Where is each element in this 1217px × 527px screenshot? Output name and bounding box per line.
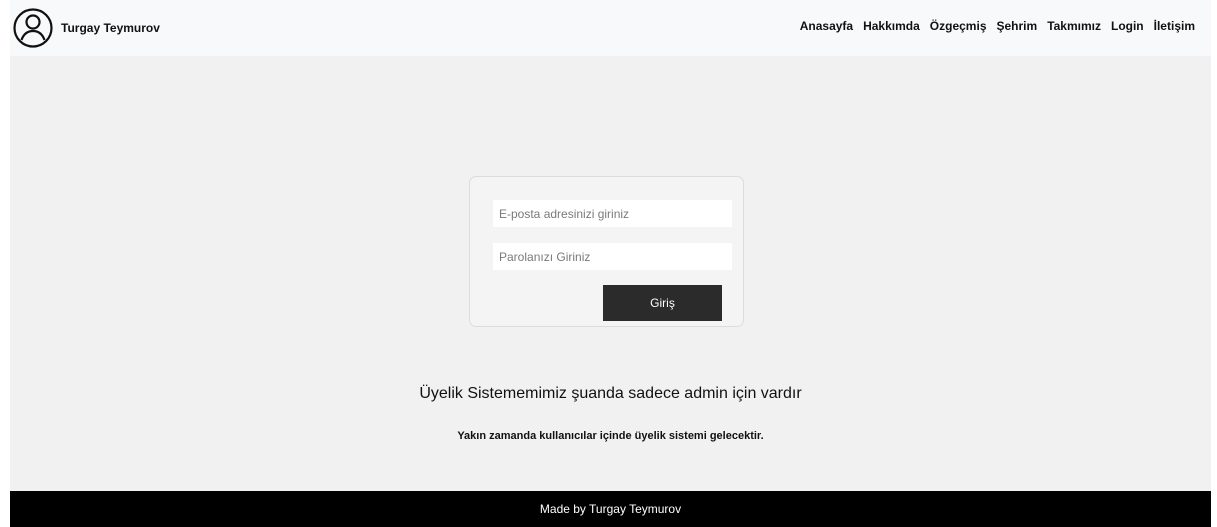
- navbar: Turgay Teymurov Anasayfa Hakkımda Özgeçm…: [10, 0, 1211, 56]
- login-card: Giriş: [469, 176, 744, 327]
- page: Turgay Teymurov Anasayfa Hakkımda Özgeçm…: [10, 0, 1211, 527]
- nav-link-login[interactable]: Login: [1106, 18, 1149, 34]
- nav-link-iletisim[interactable]: İletişim: [1149, 18, 1200, 34]
- user-circle-icon: [13, 8, 53, 48]
- nav-menu: Anasayfa Hakkımda Özgeçmiş Şehrim Takmım…: [795, 18, 1200, 34]
- footer: Made by Turgay Teymurov: [10, 491, 1211, 527]
- nav-link-anasayfa[interactable]: Anasayfa: [795, 18, 858, 34]
- brand-link[interactable]: Turgay Teymurov: [13, 8, 160, 48]
- footer-text: Made by Turgay Teymurov: [539, 502, 682, 516]
- membership-message-subtitle: Yakın zamanda kullanıcılar içinde üyelik…: [457, 430, 764, 442]
- nav-link-sehrim[interactable]: Şehrim: [992, 18, 1043, 34]
- nav-link-hakkimda[interactable]: Hakkımda: [858, 18, 925, 34]
- brand-name: Turgay Teymurov: [61, 21, 160, 35]
- membership-message-title: Üyelik Sistememimiz şuanda sadece admin …: [419, 385, 802, 402]
- nav-link-takimimiz[interactable]: Takmımız: [1042, 18, 1106, 34]
- email-input[interactable]: [493, 200, 732, 227]
- nav-link-ozgecmis[interactable]: Özgeçmiş: [925, 18, 992, 34]
- password-input[interactable]: [493, 243, 732, 270]
- login-button[interactable]: Giriş: [603, 285, 722, 321]
